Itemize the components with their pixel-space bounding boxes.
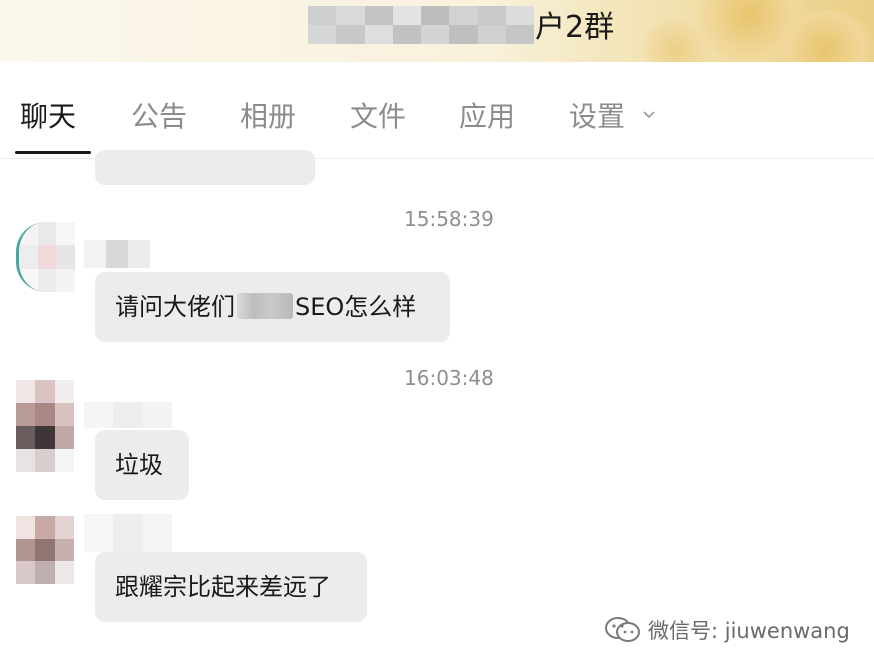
- avatar[interactable]: [16, 516, 74, 584]
- tab-files[interactable]: 文件: [350, 97, 406, 137]
- watermark-text: 微信号: jiuwenwang: [648, 619, 850, 643]
- sender-name-redacted: [84, 514, 172, 552]
- wechat-official-account-icon: [605, 617, 640, 642]
- group-header-banner: 户2群: [0, 0, 874, 62]
- timestamp: 16:03:48: [404, 366, 494, 390]
- tab-announcement[interactable]: 公告: [131, 97, 187, 137]
- active-tab-indicator: [15, 151, 91, 154]
- watermark: 微信号: jiuwenwang: [604, 614, 850, 646]
- tab-settings[interactable]: 设置: [569, 97, 625, 137]
- message-text: 垃圾: [115, 451, 163, 479]
- message-bubble: 跟耀宗比起来差远了: [95, 552, 367, 622]
- message-bubble: 请问大佬们 SEO怎么样: [95, 272, 450, 342]
- message-text: SEO怎么样: [295, 293, 417, 321]
- timestamp: 15:58:39: [404, 207, 494, 231]
- tab-apps[interactable]: 应用: [459, 97, 515, 137]
- message-bubble: 垃圾: [95, 430, 189, 500]
- tab-chat[interactable]: 聊天: [20, 97, 76, 137]
- chevron-down-icon[interactable]: [642, 108, 656, 122]
- group-title: 户2群: [535, 10, 615, 45]
- sender-name-redacted: [84, 402, 172, 428]
- group-tabs: 聊天 公告 相册 文件 应用 设置: [0, 62, 874, 159]
- tab-album[interactable]: 相册: [240, 97, 296, 137]
- sender-name-redacted: [84, 240, 150, 268]
- message-text: 请问大佬们: [115, 293, 235, 321]
- group-name-redacted: [308, 6, 534, 44]
- message-bubble-partial: [95, 150, 315, 185]
- redacted-word: [237, 293, 293, 319]
- message-text: 跟耀宗比起来差远了: [115, 573, 331, 601]
- avatar[interactable]: [16, 380, 74, 472]
- avatar[interactable]: [16, 222, 75, 292]
